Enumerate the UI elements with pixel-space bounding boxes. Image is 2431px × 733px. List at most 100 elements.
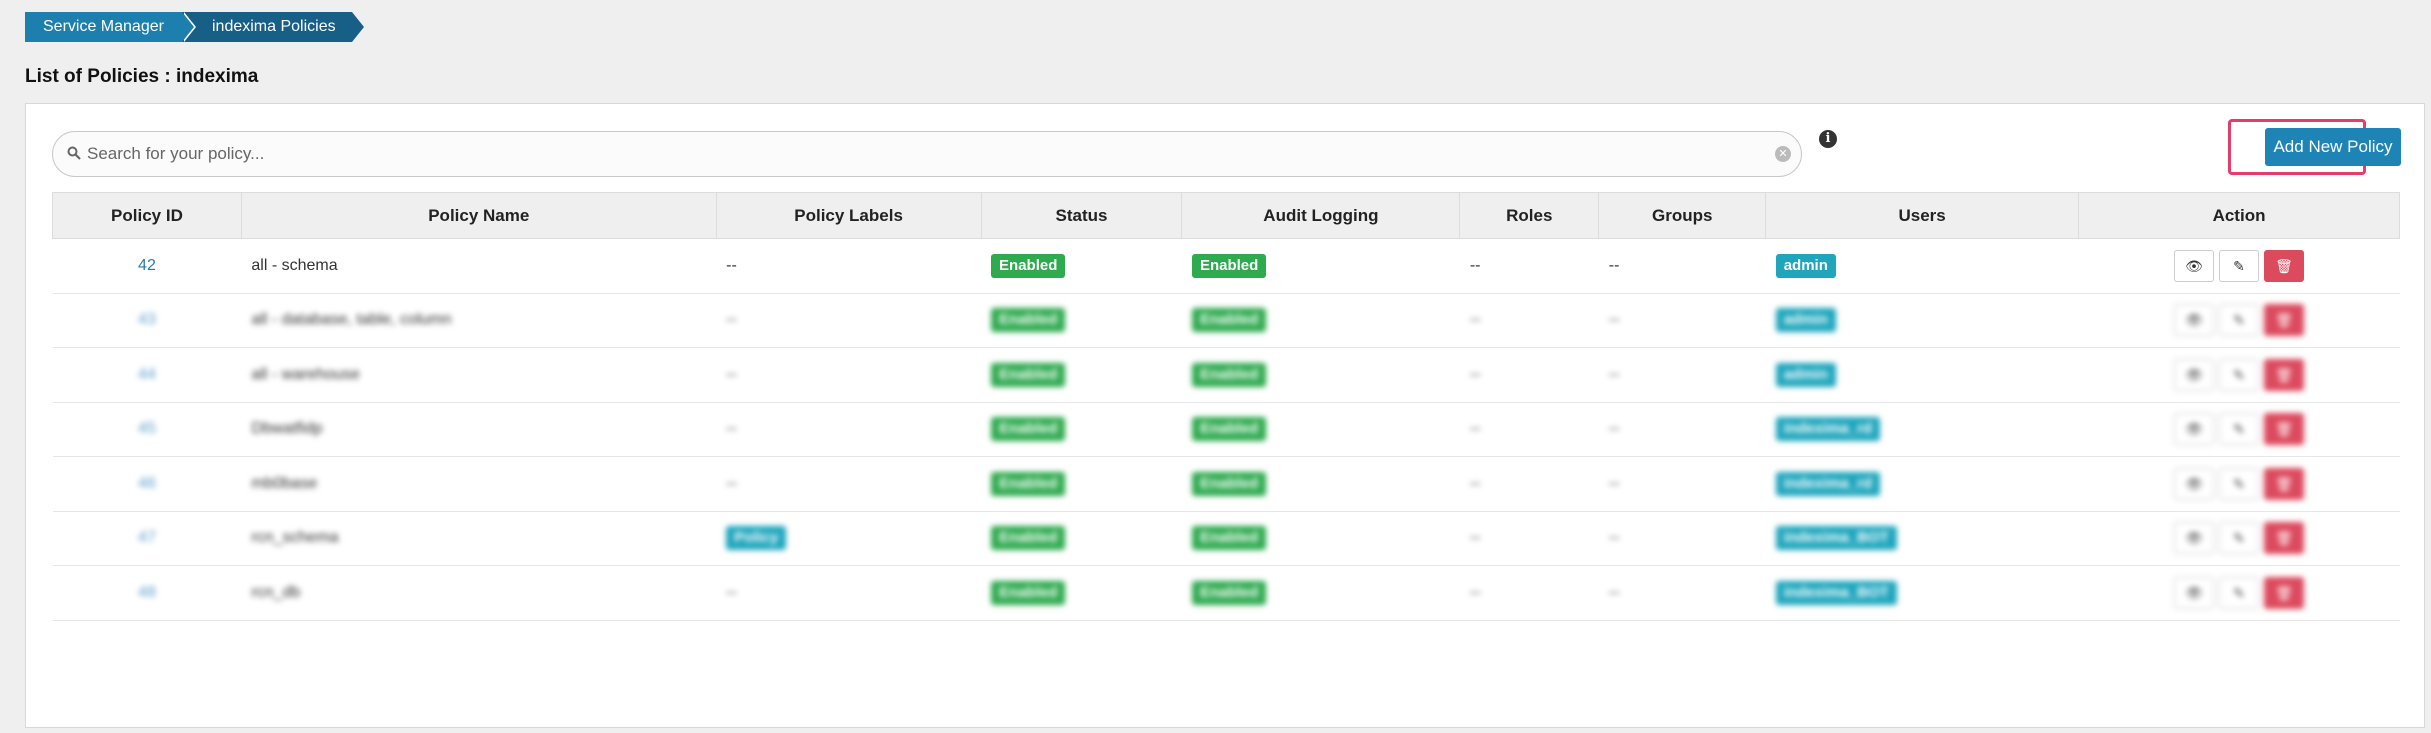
status-badge: Enabled (991, 308, 1066, 333)
col-roles[interactable]: Roles (1459, 192, 1600, 239)
roles: -- (1459, 510, 1599, 566)
groups: -- (1598, 238, 1766, 294)
table-header: Policy ID Policy Name Policy Labels Stat… (52, 192, 2400, 239)
policy-labels: -- (716, 292, 982, 348)
policy-label-badge: Policy (726, 526, 787, 551)
edit-icon[interactable]: ✎ (2219, 467, 2260, 500)
trash-icon[interactable]: 🗑 (2264, 522, 2305, 555)
policy-labels: -- (716, 347, 982, 403)
audit-badge: Enabled (1191, 362, 1267, 387)
col-users[interactable]: Users (1765, 192, 2080, 239)
info-icon[interactable]: i (1819, 130, 1837, 148)
roles: -- (1459, 347, 1599, 403)
user-badge: admin (1775, 308, 1836, 333)
policy-name: mb0base (241, 456, 717, 512)
eye-icon[interactable]: 👁 (2174, 467, 2215, 500)
policy-id-link[interactable]: 48 (52, 565, 242, 621)
user-badge: admin (1775, 362, 1836, 387)
eye-icon[interactable]: 👁 (2174, 249, 2215, 282)
policy-id-link[interactable]: 43 (52, 292, 242, 348)
status-badge: Enabled (991, 362, 1066, 387)
col-policy-labels[interactable]: Policy Labels (715, 192, 982, 239)
edit-icon[interactable]: ✎ (2219, 522, 2260, 555)
trash-icon[interactable]: 🗑 (2264, 249, 2305, 282)
policy-id-link[interactable]: 45 (52, 401, 242, 457)
audit-badge: Enabled (1191, 417, 1267, 442)
audit-badge: Enabled (1191, 308, 1267, 333)
trash-icon[interactable]: 🗑 (2264, 576, 2305, 609)
policy-name: rcn_schema (241, 510, 717, 566)
edit-icon[interactable]: ✎ (2219, 249, 2260, 282)
status-badge: Enabled (991, 526, 1066, 551)
edit-icon[interactable]: ✎ (2219, 413, 2260, 446)
policy-id-link[interactable]: 47 (52, 510, 242, 566)
trash-icon[interactable]: 🗑 (2264, 413, 2305, 446)
table-row: 44 all - warehouse -- Enabled Enabled --… (52, 347, 2400, 403)
policy-name: all - database, table, column (241, 292, 717, 348)
audit-badge: Enabled (1191, 580, 1267, 605)
roles: -- (1459, 456, 1599, 512)
col-policy-name[interactable]: Policy Name (240, 192, 717, 239)
user-badge: indexima_rd (1775, 417, 1881, 442)
clear-icon[interactable]: ✕ (1775, 146, 1791, 162)
add-policy-highlight: Add New Policy (2228, 119, 2401, 175)
policy-name: rcn_db (241, 565, 717, 621)
policy-name: all - warehouse (241, 347, 717, 403)
table-row: 42 all - schema -- Enabled Enabled -- --… (52, 238, 2400, 294)
groups: -- (1598, 347, 1766, 403)
breadcrumb-service-manager[interactable]: Service Manager (25, 12, 196, 42)
search-box[interactable]: ✕ (52, 131, 1802, 177)
eye-icon[interactable]: 👁 (2174, 304, 2215, 337)
policy-name: all - schema (241, 238, 717, 294)
policy-name: Dbwatfidp (241, 401, 717, 457)
search-icon (67, 146, 81, 160)
trash-icon[interactable]: 🗑 (2264, 304, 2305, 337)
policy-panel: ✕ i Add New Policy Policy ID Policy Name… (25, 103, 2425, 728)
edit-icon[interactable]: ✎ (2219, 304, 2260, 337)
breadcrumb: Service Manager indexima Policies (25, 12, 364, 42)
roles: -- (1459, 401, 1599, 457)
roles: -- (1459, 565, 1599, 621)
edit-icon[interactable]: ✎ (2219, 576, 2260, 609)
col-status[interactable]: Status (980, 192, 1183, 239)
page-title: List of Policies : indexima (25, 66, 259, 87)
audit-badge: Enabled (1191, 253, 1267, 278)
trash-icon[interactable]: 🗑 (2264, 467, 2305, 500)
eye-icon[interactable]: 👁 (2174, 413, 2215, 446)
user-badge: indexima_rd (1775, 471, 1881, 496)
eye-icon[interactable]: 👁 (2174, 522, 2215, 555)
col-policy-id[interactable]: Policy ID (52, 192, 242, 239)
eye-icon[interactable]: 👁 (2174, 358, 2215, 391)
groups: -- (1598, 565, 1766, 621)
policy-id-link[interactable]: 46 (52, 456, 242, 512)
policy-labels: -- (716, 456, 982, 512)
groups: -- (1598, 510, 1766, 566)
policy-id-link[interactable]: 42 (52, 238, 242, 294)
col-groups[interactable]: Groups (1598, 192, 1767, 239)
user-badge: admin (1775, 253, 1836, 278)
groups: -- (1598, 456, 1766, 512)
policy-table: Policy ID Policy Name Policy Labels Stat… (52, 192, 2400, 621)
breadcrumb-indexima-policies[interactable]: indexima Policies (182, 12, 364, 42)
col-action: Action (2078, 192, 2400, 239)
col-audit-logging[interactable]: Audit Logging (1181, 192, 1461, 239)
trash-icon[interactable]: 🗑 (2264, 358, 2305, 391)
status-badge: Enabled (991, 471, 1066, 496)
user-badge: indexima_BOT (1775, 580, 1897, 605)
add-new-policy-button[interactable]: Add New Policy (2265, 128, 2401, 166)
roles: -- (1459, 292, 1599, 348)
table-row: 48 rcn_db -- Enabled Enabled -- -- index… (52, 565, 2400, 621)
policy-id-link[interactable]: 44 (52, 347, 242, 403)
status-badge: Enabled (991, 580, 1066, 605)
audit-badge: Enabled (1191, 526, 1267, 551)
policy-labels: -- (716, 238, 982, 294)
policy-labels: -- (716, 401, 982, 457)
table-row: 46 mb0base -- Enabled Enabled -- -- inde… (52, 456, 2400, 512)
eye-icon[interactable]: 👁 (2174, 576, 2215, 609)
search-input[interactable] (87, 136, 1737, 172)
status-badge: Enabled (991, 417, 1066, 442)
roles: -- (1459, 238, 1599, 294)
groups: -- (1598, 401, 1766, 457)
audit-badge: Enabled (1191, 471, 1267, 496)
edit-icon[interactable]: ✎ (2219, 358, 2260, 391)
